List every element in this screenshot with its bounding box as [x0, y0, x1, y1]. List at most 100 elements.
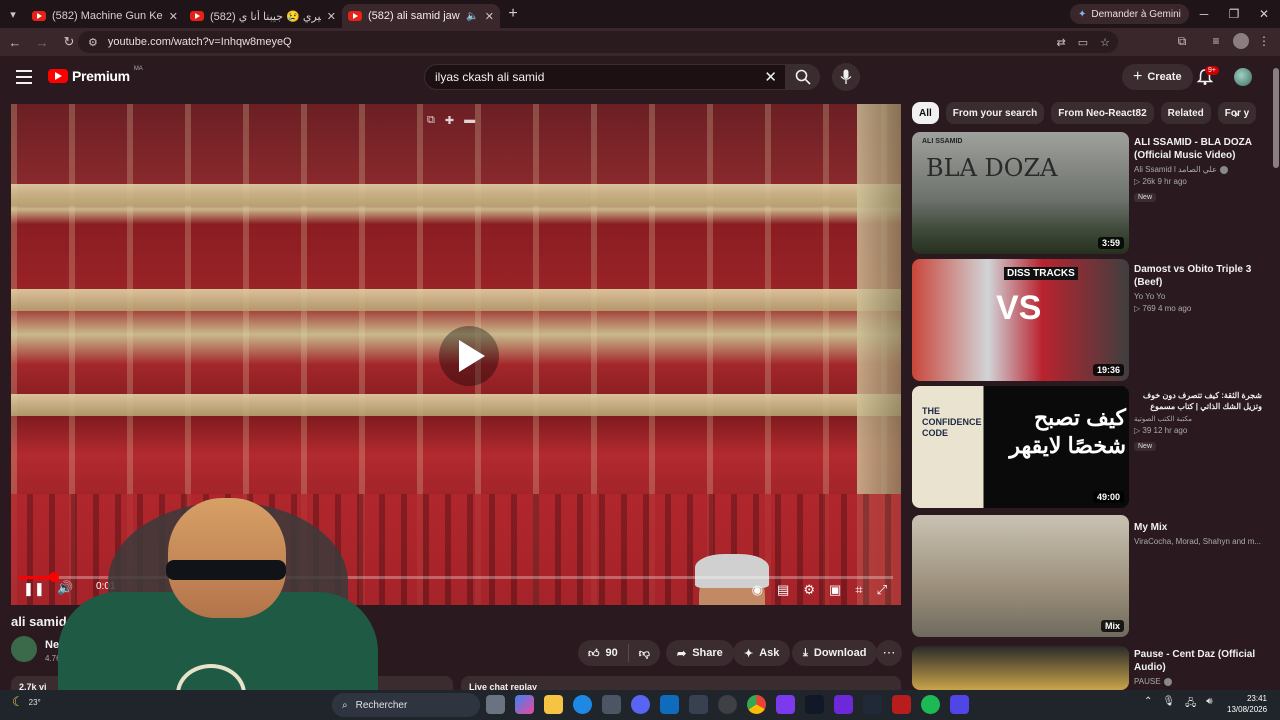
- weather-widget[interactable]: ☾ 23°: [12, 694, 41, 710]
- speaker-icon[interactable]: 🔈: [466, 11, 478, 22]
- search-icon: ⌕: [342, 699, 348, 711]
- more-actions-icon[interactable]: ⋯: [876, 640, 902, 666]
- extensions-icon[interactable]: ⧉: [1174, 34, 1190, 50]
- scrollbar-thumb[interactable]: [1273, 68, 1279, 168]
- camera-icon[interactable]: ▬: [464, 114, 475, 127]
- microphone-icon: [840, 69, 852, 84]
- clear-search-icon[interactable]: ✕: [764, 68, 777, 86]
- settings-gear-icon[interactable]: ⚙: [803, 582, 815, 598]
- bookmark-star-icon[interactable]: ☆: [1100, 36, 1110, 49]
- network-icon[interactable]: 🖧︎: [1185, 696, 1196, 713]
- recommendation-item[interactable]: ALI SSAMID BLA DOZA 3:59 ALI SSAMID - BL…: [912, 132, 1262, 254]
- copy-link-icon[interactable]: ⧉: [427, 114, 435, 127]
- autoplay-toggle-icon[interactable]: ◉: [752, 582, 763, 598]
- close-tab-icon[interactable]: ✕: [327, 10, 336, 23]
- browser-tab-1[interactable]: (582) Machine Gun Kelly "Rap D ✕: [26, 4, 184, 28]
- translate-icon[interactable]: ⇄: [1057, 36, 1066, 49]
- steam-icon[interactable]: [718, 695, 737, 714]
- youtube-premium-logo[interactable]: Premium MA: [48, 66, 143, 84]
- new-badge: New: [1134, 442, 1157, 451]
- video-thumbnail[interactable]: THE CONFIDENCE CODE كيف تصبح شخصًا لايقه…: [912, 386, 1129, 508]
- forward-icon[interactable]: →: [30, 28, 54, 56]
- app-icon[interactable]: [805, 695, 824, 714]
- edge-icon[interactable]: [573, 695, 592, 714]
- ask-button[interactable]: ✦ Ask: [733, 640, 791, 666]
- discord-icon[interactable]: [631, 695, 650, 714]
- task-view-icon[interactable]: [486, 695, 505, 714]
- chevron-up-icon[interactable]: ⌃: [1144, 696, 1152, 713]
- recommendation-title: Damost vs Obito Triple 3 (Beef): [1134, 264, 1252, 288]
- outlook-icon[interactable]: [660, 695, 679, 714]
- miniplayer-icon[interactable]: ▣: [829, 582, 841, 598]
- app-icon[interactable]: [776, 695, 795, 714]
- app-icon[interactable]: [950, 695, 969, 714]
- chip-all[interactable]: All: [912, 102, 939, 124]
- create-button[interactable]: + Create: [1122, 64, 1193, 90]
- copilot-icon[interactable]: [515, 695, 534, 714]
- like-button[interactable]: 👍︎ 90: [578, 644, 629, 662]
- spotify-icon[interactable]: [921, 695, 940, 714]
- app-icon[interactable]: [892, 695, 911, 714]
- recommendation-item[interactable]: Mix My Mix ViraCocha, Morad, Shahyn and …: [912, 515, 1262, 637]
- play-button-overlay[interactable]: [439, 326, 499, 386]
- thumbnail-caption: DISS TRACKS: [1004, 267, 1078, 280]
- download-button[interactable]: ⤓ Download: [792, 640, 878, 666]
- video-thumbnail[interactable]: [912, 646, 1129, 690]
- taskbar-clock[interactable]: 23:41 13/08/2026: [1227, 693, 1267, 715]
- site-info-icon[interactable]: ⚙: [88, 36, 98, 49]
- search-button[interactable]: [786, 64, 820, 90]
- recommendation-item[interactable]: DISS TRACKS VS 19:36 Damost vs Obito Tri…: [912, 259, 1262, 381]
- pause-icon[interactable]: ❚❚: [23, 581, 45, 597]
- dislike-button[interactable]: 👎︎: [629, 647, 660, 660]
- app-icon[interactable]: [689, 695, 708, 714]
- thumbs-up-icon: 👍︎: [588, 647, 600, 660]
- chevron-right-icon[interactable]: ›: [1234, 106, 1238, 121]
- taskbar-search[interactable]: ⌕ Rechercher: [332, 693, 480, 717]
- browser-tab-3[interactable]: (582) ali samid jawb ilias el 🔈 ✕: [342, 4, 500, 28]
- video-thumbnail[interactable]: DISS TRACKS VS 19:36: [912, 259, 1129, 381]
- recommendation-channel: Yo Yo Yo: [1134, 292, 1166, 301]
- voice-search-button[interactable]: [832, 63, 860, 91]
- account-avatar[interactable]: [1234, 68, 1252, 86]
- player-top-icons: ⧉ ✚ ▬: [427, 114, 475, 127]
- recommendation-item[interactable]: THE CONFIDENCE CODE كيف تصبح شخصًا لايقه…: [912, 386, 1262, 508]
- search-input[interactable]: ilyas ckash ali samid ✕: [424, 64, 786, 90]
- app-icon[interactable]: [834, 695, 853, 714]
- share-button[interactable]: ➦ Share: [666, 640, 734, 666]
- page-scrollbar[interactable]: [1272, 56, 1280, 696]
- restore-icon[interactable]: ❐: [1218, 0, 1250, 28]
- chip-related[interactable]: Related: [1160, 102, 1211, 124]
- close-tab-icon[interactable]: ✕: [485, 10, 494, 23]
- address-bar[interactable]: ⚙ youtube.com/watch?v=Inhqw8meyeQ ⇄ ▭ ☆: [78, 31, 1118, 53]
- subtitles-icon[interactable]: ▤: [777, 582, 789, 598]
- channel-avatar[interactable]: [11, 636, 37, 662]
- microphone-icon[interactable]: 🎙︎: [1162, 696, 1175, 713]
- minimize-icon[interactable]: ─: [1188, 0, 1220, 28]
- add-icon[interactable]: ✚: [445, 114, 454, 127]
- app-icon[interactable]: [863, 695, 882, 714]
- media-control-icon[interactable]: ≡: [1208, 34, 1224, 50]
- store-icon[interactable]: [602, 695, 621, 714]
- cast-icon[interactable]: ⌗: [855, 582, 862, 598]
- new-tab-button[interactable]: +: [500, 5, 526, 23]
- fullscreen-icon[interactable]: ⤢: [877, 582, 887, 598]
- browser-profile-avatar[interactable]: [1233, 33, 1249, 49]
- recommendation-item[interactable]: Pause - Cent Daz (Official Audio) PAUSE: [912, 646, 1262, 690]
- menu-icon[interactable]: [16, 70, 32, 84]
- chrome-icon[interactable]: [747, 695, 766, 714]
- back-icon[interactable]: ←: [3, 28, 27, 56]
- gemini-button[interactable]: ✦ Demander à Gemini: [1070, 4, 1189, 24]
- browser-menu-icon[interactable]: ⋮: [1256, 34, 1272, 50]
- video-thumbnail[interactable]: ALI SSAMID BLA DOZA 3:59: [912, 132, 1129, 254]
- browser-tab-2[interactable]: (582) بكاء هستيري 😢 جيبنا أنا ي ✕: [184, 4, 342, 28]
- video-thumbnail[interactable]: Mix: [912, 515, 1129, 637]
- tab-search-icon[interactable]: ▾: [0, 0, 26, 28]
- chip-from-channel[interactable]: From Neo-React82: [1051, 102, 1154, 124]
- close-tab-icon[interactable]: ✕: [169, 10, 178, 23]
- logo-country: MA: [133, 66, 143, 72]
- chip-from-search[interactable]: From your search: [945, 102, 1045, 124]
- cast-icon[interactable]: ▭: [1078, 36, 1088, 49]
- close-window-icon[interactable]: ✕: [1248, 0, 1280, 28]
- volume-icon[interactable]: 🔊︎: [1206, 696, 1212, 713]
- file-explorer-icon[interactable]: [544, 695, 563, 714]
